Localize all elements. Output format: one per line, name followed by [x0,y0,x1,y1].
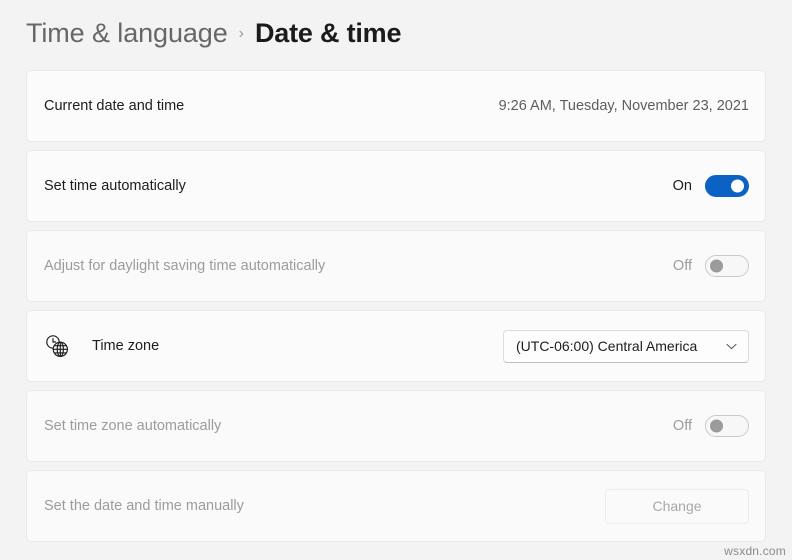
chevron-right-icon: › [238,25,244,42]
row-set-time-zone-automatically: Set time zone automatically Off [26,390,766,462]
row-label-time-zone: Time zone [92,338,160,354]
toggle-state-set-time-automatically: On [672,178,692,194]
toggle-state-set-time-zone-automatically: Off [672,418,692,434]
row-left-adjust-daylight-saving: Adjust for daylight saving time automati… [44,258,673,274]
row-left-set-time-automatically: Set time automatically [44,178,673,194]
row-left-set-time-zone-automatically: Set time zone automatically [44,418,673,434]
toggle-knob [710,419,723,433]
row-right-set-date-time-manually: Change [605,488,749,524]
row-time-zone: Time zone (UTC-06:00) Central America [26,310,766,382]
chevron-down-icon [726,337,737,355]
row-adjust-daylight-saving: Adjust for daylight saving time automati… [26,230,766,302]
current-date-time-value: 9:26 AM, Tuesday, November 23, 2021 [498,98,749,114]
settings-card-list: Current date and time 9:26 AM, Tuesday, … [26,70,766,550]
row-right-set-time-automatically: On [673,175,749,197]
watermark: wsxdn.com [724,544,786,558]
row-set-time-automatically[interactable]: Set time automatically On [26,150,766,222]
toggle-state-adjust-daylight-saving: Off [672,258,692,274]
change-button: Change [605,488,749,524]
timezone-globe-clock-icon [44,333,70,359]
toggle-set-time-automatically[interactable] [705,175,749,197]
toggle-adjust-daylight-saving [705,255,749,277]
row-left-time-zone: Time zone [44,333,503,359]
row-current-date-and-time: Current date and time 9:26 AM, Tuesday, … [26,70,766,142]
toggle-set-time-zone-automatically [705,415,749,437]
time-zone-selected-value: (UTC-06:00) Central America [516,338,698,354]
row-label-set-date-time-manually: Set the date and time manually [44,498,244,514]
row-label-current-date-and-time: Current date and time [44,98,185,114]
page-title: Date & time [254,17,402,48]
time-zone-dropdown[interactable]: (UTC-06:00) Central America [503,329,749,363]
row-left-set-date-time-manually: Set the date and time manually [44,498,605,514]
settings-page: Time & language › Date & time Current da… [0,0,792,560]
row-right-time-zone: (UTC-06:00) Central America [503,329,749,363]
row-right-adjust-daylight-saving: Off [673,255,749,277]
row-left-current-date-and-time: Current date and time [44,98,499,114]
toggle-knob [731,179,744,193]
row-label-adjust-daylight-saving: Adjust for daylight saving time automati… [44,258,326,274]
breadcrumb-parent-link[interactable]: Time & language [26,18,228,49]
row-right-set-time-zone-automatically: Off [673,415,749,437]
row-label-set-time-automatically: Set time automatically [44,178,186,194]
toggle-knob [710,259,723,273]
row-label-set-time-zone-automatically: Set time zone automatically [44,418,222,434]
row-set-date-time-manually: Set the date and time manually Change [26,470,766,542]
row-right-current-date-and-time: 9:26 AM, Tuesday, November 23, 2021 [499,98,749,114]
breadcrumb: Time & language › Date & time [26,10,401,56]
